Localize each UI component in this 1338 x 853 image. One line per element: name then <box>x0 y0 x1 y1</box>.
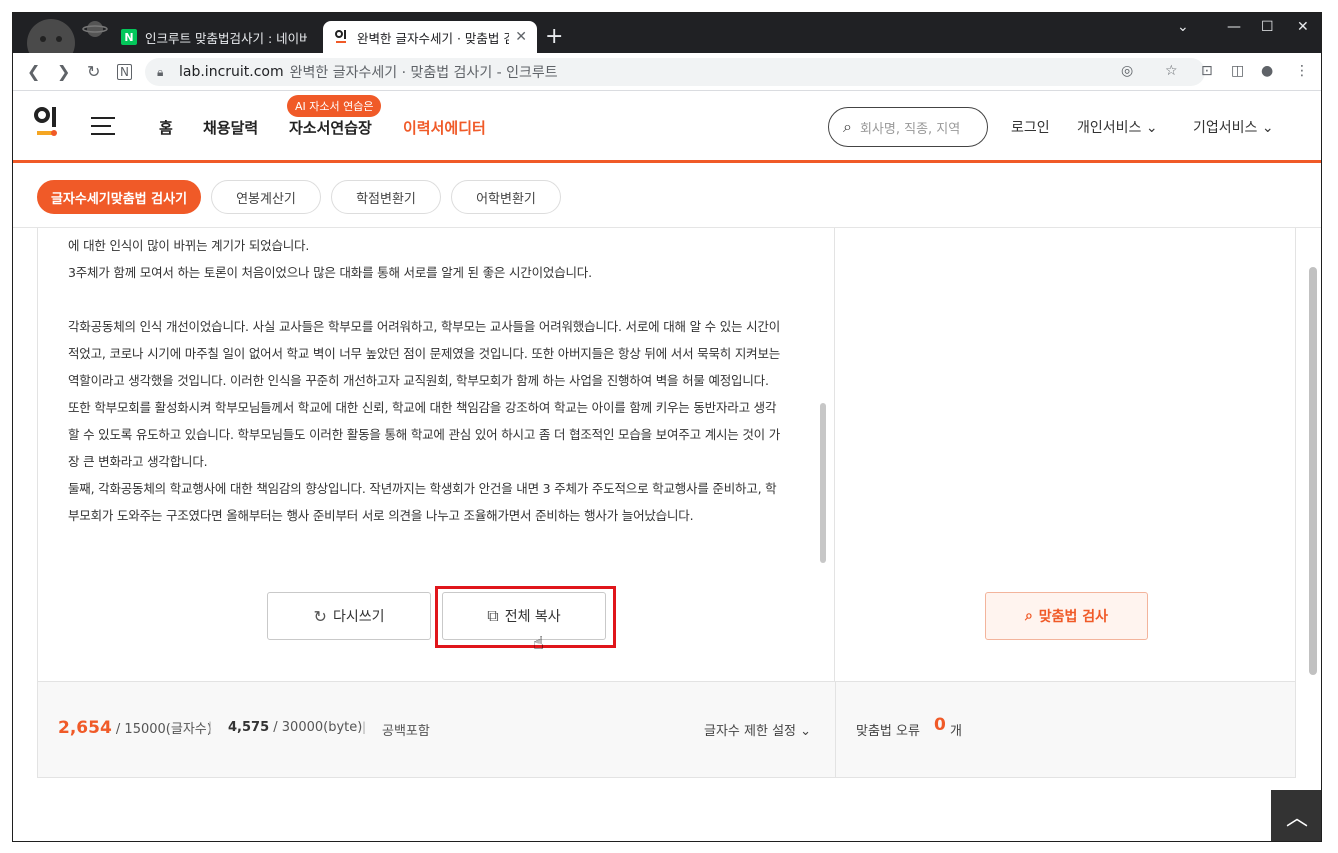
byte-count: 4,575 / 30000(byte) <box>228 720 362 735</box>
editor-line: 장 큰 변화라고 생각합니다. <box>68 454 208 469</box>
rewrite-label: 다시쓰기 <box>332 609 385 625</box>
tab-incruit[interactable]: 완벽한 글자수세기 · 맞춤법 검사 ✕ <box>323 21 537 53</box>
divider: | <box>208 720 213 734</box>
menu-kebab-icon[interactable]: ⋮ <box>1295 63 1309 79</box>
spell-check-label: 맞춤법 검사 <box>1038 609 1109 625</box>
tool-tabs: 글자수세기맞춤법 검사기 연봉계산기 학점변환기 어학변환기 <box>13 166 1321 228</box>
address-bar[interactable]: 🔒︎ lab.incruit.com 완벽한 글자수세기 · 맞춤법 검사기 -… <box>145 58 1205 86</box>
page-title-in-omnibox: 완벽한 글자수세기 · 맞춤법 검사기 - 인크루트 <box>289 65 558 81</box>
char-limit-setting[interactable]: 글자수 제한 설정 ⌄ <box>704 720 811 739</box>
byte-count-value: 4,575 <box>228 720 270 735</box>
close-window-icon[interactable]: ✕ <box>1297 19 1309 35</box>
spell-error-footer: 맞춤법 오류 0 개 <box>835 681 1295 777</box>
incruit-favicon-icon <box>333 29 349 45</box>
scroll-top-button[interactable]: ︿ <box>1271 790 1321 841</box>
editor-line: 에 대한 인식이 많이 바뀌는 계기가 되었습니다. <box>68 238 310 253</box>
space-included-note: 공백포함 <box>382 724 430 739</box>
tab-title: 완벽한 글자수세기 · 맞춤법 검사 <box>357 30 509 46</box>
editor-line: 역할이라고 생각했을 것입니다. 이러한 인식을 꾸준히 개선하고자 교직원회,… <box>68 373 769 388</box>
editor-line: 부모회가 도와주는 구조였다면 올해부터는 행사 준비부터 서로 의견을 나누고… <box>68 508 694 523</box>
editor-blank-line <box>68 286 808 313</box>
header-search-input[interactable]: ⌕ 회사명, 직종, 지역 <box>828 107 988 147</box>
new-tab-button[interactable]: + <box>545 25 563 49</box>
forward-icon[interactable]: ❯ <box>57 62 70 81</box>
company-service-label: 기업서비스 <box>1193 120 1258 136</box>
profile-avatar-icon[interactable] <box>19 15 109 53</box>
chevron-up-icon: ︿ <box>1285 806 1308 831</box>
spell-error-unit: 개 <box>950 724 962 739</box>
close-tab-icon[interactable]: ✕ <box>515 29 527 45</box>
spell-error-count: 0 <box>934 715 946 735</box>
editor-line: 할 수 있도록 유도하고 있습니다. 학부모님들도 이러한 활동을 통해 학교에… <box>68 427 781 442</box>
login-link[interactable]: 로그인 <box>1011 117 1050 137</box>
rewrite-button[interactable]: ↻ 다시쓰기 <box>267 592 431 640</box>
site-header: 홈 채용달력 AI 자소서 연습은 자소서연습장 이력서에디터 ⌕ 회사명, 직… <box>13 91 1321 163</box>
char-limit-setting-label: 글자수 제한 설정 <box>704 724 796 739</box>
hand-cursor-icon: ☝ <box>533 633 544 654</box>
count-footer: 2,654 / 15000(글자수) | 4,575 / 30000(byte)… <box>38 681 835 777</box>
naver-favicon-icon: N <box>121 29 137 45</box>
editor-line: 둘째, 각화공동체의 학교행사에 대한 책임감의 향상입니다. 작년까지는 학생… <box>68 481 777 496</box>
nav-resume-editor[interactable]: 이력서에디터 <box>403 117 486 138</box>
chevron-down-icon: ⌄ <box>1145 120 1158 136</box>
browser-toolbar: ❮ ❯ ↻ N 🔒︎ lab.incruit.com 완벽한 글자수세기 · 맞… <box>13 53 1321 91</box>
editor-scrollbar[interactable] <box>820 403 826 563</box>
tab-language-converter[interactable]: 어학변환기 <box>451 180 561 214</box>
chevron-down-icon: ⌄ <box>800 724 812 739</box>
tab-salary-calculator[interactable]: 연봉계산기 <box>211 180 321 214</box>
search-icon: ⌕ <box>843 117 852 136</box>
lock-icon: 🔒︎ <box>157 64 164 79</box>
naver-extension-icon[interactable]: N <box>117 64 132 80</box>
editor-line: 또한 학부모회를 활성화시켜 학부모님들께서 학교에 대한 신뢰, 학교에 대한… <box>68 400 777 415</box>
url-host: lab.incruit.com <box>179 64 284 80</box>
byte-limit: / 30000(byte) <box>273 720 363 735</box>
char-count: 2,654 / 15000(글자수) <box>58 718 212 738</box>
incruit-logo[interactable] <box>33 105 59 149</box>
tab-naver[interactable]: N 인크루트 맞춤법검사기 : 네이버 <box>111 21 317 53</box>
tab-bar: N 인크루트 맞춤법검사기 : 네이버 완벽한 글자수세기 · 맞춤법 검사 ✕… <box>13 13 1321 53</box>
char-count-value: 2,654 <box>58 718 112 738</box>
incruit-logo-icon <box>34 107 57 136</box>
menu-hamburger-icon[interactable] <box>91 117 115 135</box>
editor-line: 각화공동체의 인식 개선이었습니다. 사실 교사들은 학부모를 어려워하고, 학… <box>68 319 781 334</box>
nav-essay-practice[interactable]: 자소서연습장 <box>289 117 372 138</box>
ai-badge: AI 자소서 연습은 <box>287 95 382 117</box>
spell-check-button[interactable]: ⌕ 맞춤법 검사 <box>985 592 1148 640</box>
copy-button-highlight <box>435 586 616 648</box>
editor-line: 3주체가 함께 모여서 하는 토론이 처음이었으나 많은 대화를 통해 서로를 … <box>68 265 592 280</box>
nav-calendar[interactable]: 채용달력 <box>203 117 258 138</box>
reload-icon[interactable]: ↻ <box>87 62 100 81</box>
tab-char-counter[interactable]: 글자수세기맞춤법 검사기 <box>37 180 201 214</box>
chevron-down-icon: ⌄ <box>1261 120 1274 136</box>
screenshot-icon[interactable]: ⊡ <box>1201 63 1213 79</box>
divider: | <box>362 720 367 734</box>
bookmark-star-icon[interactable]: ☆ <box>1165 63 1178 79</box>
refresh-icon: ↻ <box>313 606 327 626</box>
spell-error-label: 맞춤법 오류 <box>856 724 920 739</box>
minimize-icon[interactable]: — <box>1227 19 1241 35</box>
profile-icon[interactable]: ● <box>1261 63 1273 79</box>
tab-search-icon[interactable]: ⌄ <box>1177 19 1189 35</box>
text-editor[interactable]: 에 대한 인식이 많이 바뀌는 계기가 되었습니다. 3주체가 함께 모여서 하… <box>68 228 808 558</box>
editor-line: 적었고, 코로나 시기에 마주칠 일이 없어서 학교 벽이 너무 높았던 점이 … <box>68 346 781 361</box>
personal-service-label: 개인서비스 <box>1077 120 1142 136</box>
page-scrollbar[interactable] <box>1309 267 1317 675</box>
company-service-menu[interactable]: 기업서비스 ⌄ <box>1193 117 1274 137</box>
side-panel-icon[interactable]: ◫ <box>1231 63 1244 79</box>
eye-off-icon[interactable]: ◎ <box>1121 63 1133 79</box>
maximize-icon[interactable]: ☐ <box>1261 19 1274 35</box>
tab-grade-converter[interactable]: 학점변환기 <box>331 180 441 214</box>
back-icon[interactable]: ❮ <box>27 62 40 81</box>
browser-window: N 인크루트 맞춤법검사기 : 네이버 완벽한 글자수세기 · 맞춤법 검사 ✕… <box>12 12 1322 842</box>
personal-service-menu[interactable]: 개인서비스 ⌄ <box>1077 117 1158 137</box>
tab-title: 인크루트 맞춤법검사기 : 네이버 <box>145 30 307 46</box>
search-icon: ⌕ <box>1024 608 1033 624</box>
search-placeholder: 회사명, 직종, 지역 <box>859 121 961 137</box>
nav-home[interactable]: 홈 <box>159 117 173 138</box>
char-limit: / 15000(글자수) <box>115 722 212 737</box>
